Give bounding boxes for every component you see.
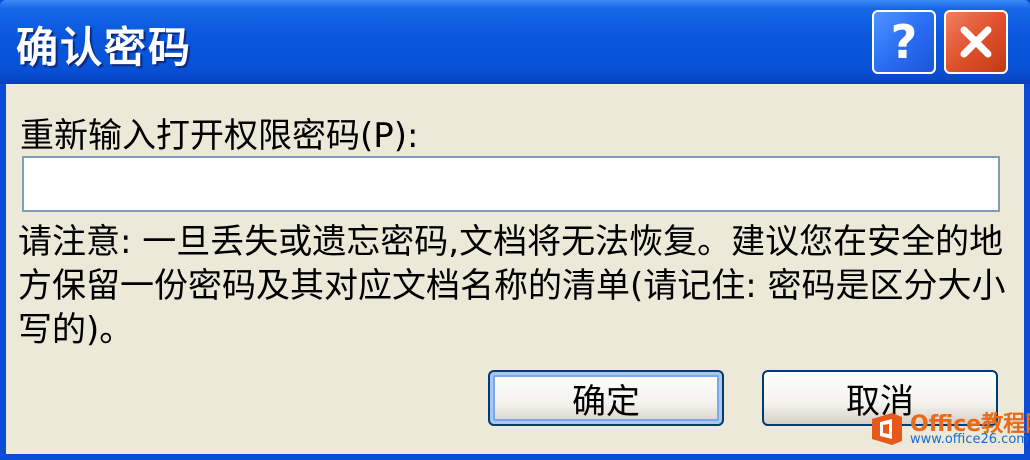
office-logo-icon — [872, 413, 902, 445]
watermark: Office教程网 www.office26.com — [868, 404, 1030, 454]
title-bar[interactable]: 确认密码 ? — [0, 0, 1030, 84]
help-icon: ? — [890, 15, 918, 69]
help-button[interactable]: ? — [872, 10, 936, 74]
password-notice-text: 请注意: 一旦丢失或遗忘密码,文档将无法恢复。建议您在安全的地方保留一份密码及其… — [18, 222, 1006, 350]
password-input[interactable] — [22, 156, 1000, 212]
ok-button[interactable]: 确定 — [488, 370, 724, 426]
dialog-title: 确认密码 — [16, 23, 193, 72]
close-x-icon — [960, 26, 992, 58]
password-prompt-label: 重新输入打开权限密码(P): — [20, 116, 419, 156]
dialog-body: 重新输入打开权限密码(P): 请注意: 一旦丢失或遗忘密码,文档将无法恢复。建议… — [6, 84, 1024, 454]
close-button[interactable] — [944, 10, 1008, 74]
confirm-password-dialog: 确认密码 ? 重新输入打开权限密码(P): 请注意: 一旦丢失或遗忘密码,文档将… — [0, 0, 1030, 460]
watermark-url: www.office26.com — [910, 432, 1029, 447]
